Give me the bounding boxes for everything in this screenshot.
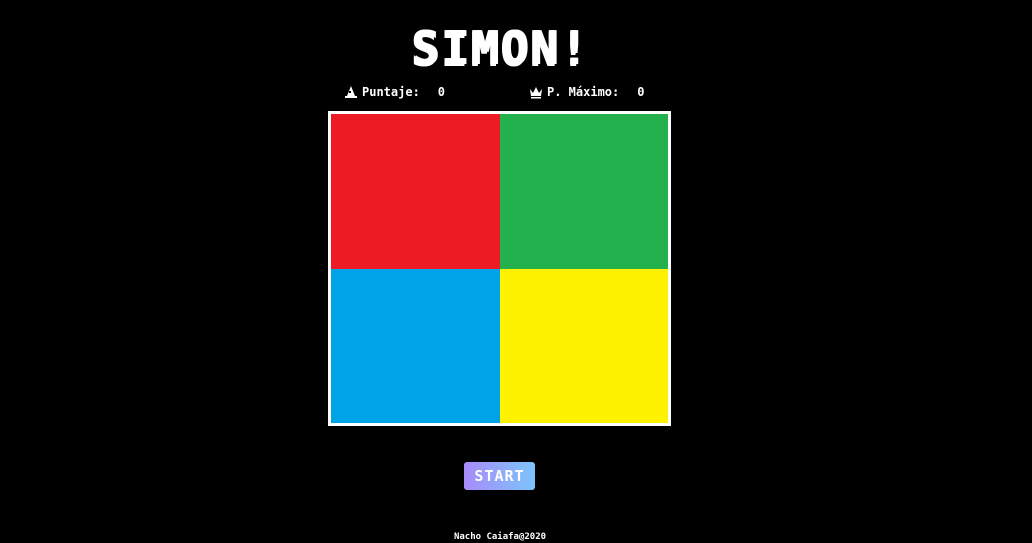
red-pad[interactable]: [331, 114, 500, 269]
current-score: Puntaje: 0: [344, 83, 445, 101]
current-score-label: Puntaje:: [362, 85, 420, 99]
footer-credit: Nacho Caiafa@2020: [453, 532, 547, 542]
crown-icon: [530, 87, 542, 99]
yellow-pad[interactable]: [500, 269, 668, 423]
game-title: SIMON!: [410, 21, 590, 75]
best-score-value: 0: [637, 85, 645, 99]
green-pad[interactable]: [500, 114, 668, 269]
wizard-hat-icon: [345, 86, 357, 98]
start-button[interactable]: START: [464, 462, 535, 490]
score-bar: Puntaje: 0 P. Máximo: 0: [0, 83, 1032, 101]
simon-board: [328, 111, 671, 426]
blue-pad[interactable]: [331, 269, 500, 423]
current-score-value: 0: [437, 85, 446, 99]
best-score: P. Máximo: 0: [529, 83, 644, 101]
best-score-label: P. Máximo:: [547, 85, 620, 99]
